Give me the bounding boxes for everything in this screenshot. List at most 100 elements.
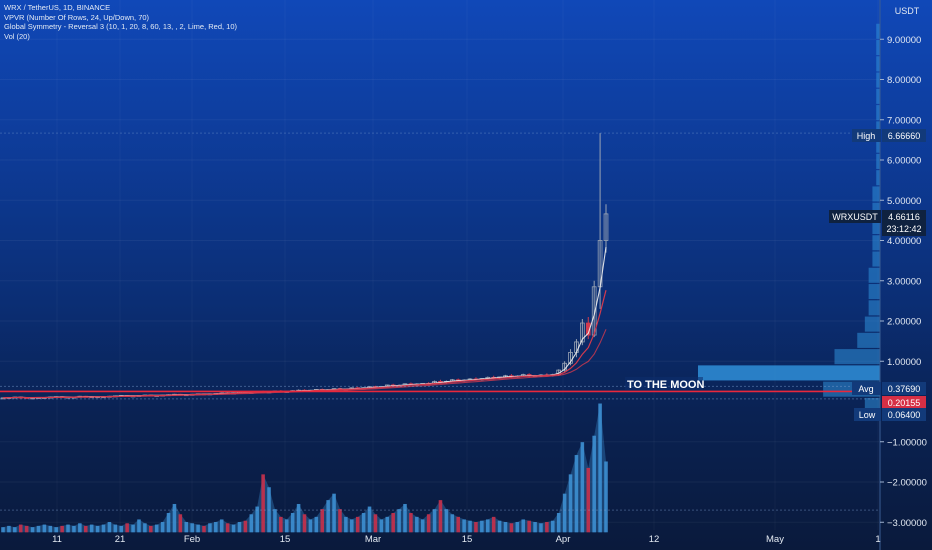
price-tick-label: −1.00000 [887, 437, 927, 448]
price-tick-label: −2.00000 [887, 478, 927, 489]
volume-bar [604, 461, 608, 533]
volume-bar [521, 519, 526, 533]
volume-profile-row [698, 365, 880, 381]
volume-bar [137, 519, 141, 533]
volume-bar [296, 503, 301, 533]
volume-bar [30, 527, 35, 533]
volume-profile-row [876, 88, 880, 104]
low-tag-label: Low [859, 410, 876, 420]
volume-profile-row [868, 267, 880, 283]
price-axis[interactable]: 9.00000 8.00000 7.00000 6.00000 5.00000 4.000… [879, 0, 927, 550]
volume-bar [515, 522, 520, 533]
volume-bar [432, 509, 437, 533]
volume-bar [344, 516, 348, 533]
volume-bar [225, 523, 230, 533]
volume-bar [355, 516, 360, 533]
symbol-tag-label: WRXUSDT [832, 212, 878, 222]
price-tick-label: 2.00000 [887, 317, 921, 328]
volume-profile-row [872, 235, 880, 251]
volume-bar [160, 522, 165, 533]
volume-bar [54, 527, 58, 533]
grid-lines [0, 38, 880, 523]
price-tick-label: 6.00000 [887, 156, 921, 167]
volume-bar [403, 503, 407, 533]
time-tick-label: Apr [556, 534, 571, 545]
volume-bar [89, 524, 94, 533]
volume-profile-row [868, 284, 880, 300]
volume-bar [78, 523, 82, 533]
volume-bar [172, 503, 177, 533]
volume-bar [361, 512, 366, 533]
volume-profile-row [876, 23, 880, 39]
avg-tag-value: 0.37690 [888, 384, 921, 394]
time-tick-label: Feb [184, 534, 200, 545]
volume-bar [178, 514, 183, 533]
volume-bar [24, 525, 29, 533]
volume-bar [539, 523, 543, 533]
time-axis[interactable]: 11 21 Feb 15 Mar 15 Apr 12 May 1 [52, 534, 881, 545]
volume-profile-row [876, 153, 880, 169]
volume-bar [350, 519, 354, 533]
volume-bar [214, 522, 218, 533]
volume-area [3, 403, 606, 533]
volume-bar [60, 525, 64, 533]
time-tick-label: 15 [280, 534, 291, 545]
volume-bar [385, 516, 390, 533]
volume-bar [444, 509, 449, 533]
volume-bar [503, 522, 508, 533]
volume-profile-row [872, 186, 880, 202]
volume-bar [261, 474, 265, 533]
volume-bar [480, 520, 484, 533]
price-tick-label: −3.00000 [887, 518, 927, 529]
volume-bar [273, 509, 277, 533]
time-tick-label: 1 [875, 534, 880, 545]
volume-bar [562, 493, 567, 533]
volume-bar [497, 520, 502, 533]
volume-bar [279, 516, 283, 533]
price-tick-label: 5.00000 [887, 196, 921, 207]
volume-bar [568, 474, 573, 533]
volume-bar [450, 514, 455, 533]
volume-bar [125, 523, 129, 533]
volume-bar [373, 514, 378, 533]
volume-bar [462, 519, 466, 533]
volume-bar [556, 512, 561, 533]
time-tick-label: May [766, 534, 784, 545]
symbol-tag-value: 4.66116 [888, 212, 920, 222]
volume-bar [113, 524, 118, 533]
horizontal-levels [0, 132, 880, 511]
volume-bar [208, 523, 212, 533]
volume-bar [545, 522, 549, 533]
volume-profile-row [876, 170, 880, 186]
volume-profile-row [876, 105, 880, 121]
volume-bar [184, 522, 189, 533]
volume-bar [101, 524, 106, 533]
volume-bar [574, 455, 579, 533]
countdown: 23:12:42 [886, 224, 921, 234]
volume-bar [119, 525, 124, 533]
volume-bar [338, 509, 342, 533]
unit-label: USDT [895, 6, 920, 16]
candlestick-series[interactable] [0, 133, 609, 400]
volume-bar [48, 525, 53, 533]
low-tag-value: 0.06400 [888, 410, 921, 420]
volume-bar [131, 524, 135, 533]
volume-profile-row [868, 300, 880, 316]
volume-bar [72, 525, 76, 533]
volume-bar [308, 519, 313, 533]
volume-profile-row [876, 72, 880, 88]
moon-annotation[interactable]: TO THE MOON [627, 379, 704, 391]
price-chart[interactable]: TO THE MOON 9.00000 8.00000 7.00000 6.00000… [0, 0, 932, 550]
volume-bar [533, 522, 537, 533]
volume-bar [320, 509, 325, 533]
volume-bar [586, 467, 591, 533]
volume-profile-row [864, 316, 880, 332]
indicator-slow-line [2, 329, 607, 399]
volume-profile-row [834, 349, 880, 365]
volume-bar [284, 519, 289, 533]
volume-bar [527, 520, 531, 533]
avg-tag-label: Avg [858, 384, 873, 394]
price-tick-label: 7.00000 [887, 115, 921, 126]
volume-bar [166, 512, 171, 533]
volume-bar [456, 516, 460, 533]
